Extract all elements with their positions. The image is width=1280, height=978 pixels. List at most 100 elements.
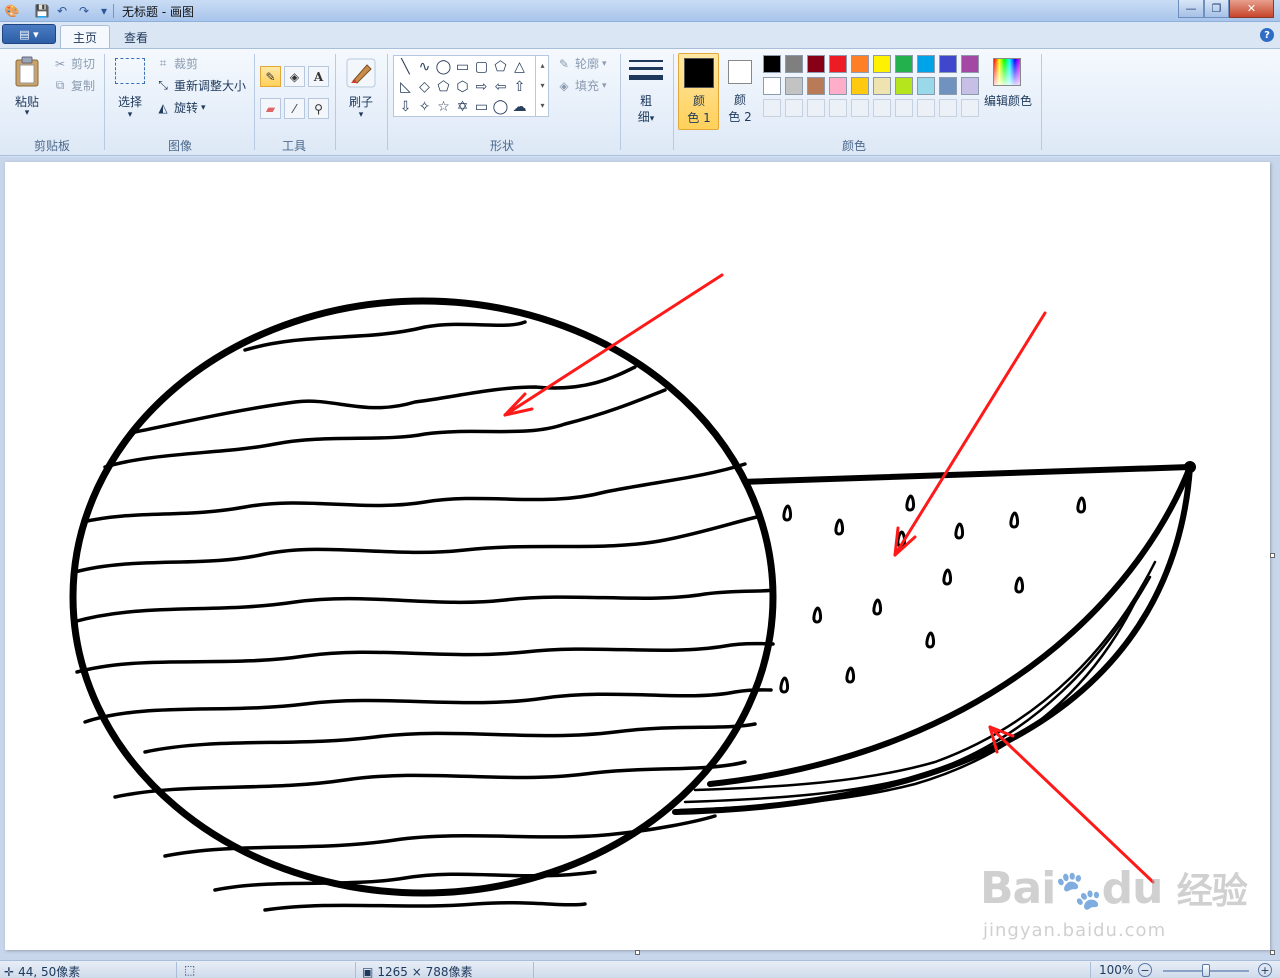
palette-swatch[interactable]	[895, 55, 913, 73]
palette-swatch[interactable]	[939, 55, 957, 73]
maximize-button[interactable]: ❐	[1204, 0, 1229, 18]
select-button[interactable]	[115, 58, 145, 84]
palette-swatch[interactable]	[917, 77, 935, 95]
polygon-shape-icon[interactable]: ⬠	[491, 57, 510, 76]
rectangle-shape-icon[interactable]: ▭	[453, 57, 472, 76]
line-shape-icon[interactable]: ╲	[396, 57, 415, 76]
drawing-canvas[interactable]: Bai🐾du 经验 jingyan.baidu.com	[5, 162, 1270, 950]
paste-button[interactable]	[12, 56, 42, 88]
color2-button[interactable]: 颜 色 2	[721, 53, 759, 130]
save-icon[interactable]: 💾	[34, 3, 50, 19]
palette-swatch-empty[interactable]	[763, 99, 781, 117]
color-picker-tool[interactable]: ⁄	[284, 98, 305, 119]
oval-shape-icon[interactable]: ◯	[434, 57, 453, 76]
zoom-out-button[interactable]: −	[1138, 963, 1152, 977]
pencil-tool[interactable]: ✎	[260, 66, 281, 87]
palette-swatch[interactable]	[917, 55, 935, 73]
left-arrow-shape-icon[interactable]: ⇦	[491, 77, 510, 96]
palette-swatch[interactable]	[873, 77, 891, 95]
six-point-star-shape-icon[interactable]: ✡	[453, 97, 472, 116]
canvas-resize-handle-right[interactable]	[1270, 553, 1275, 558]
canvas-resize-handle-corner[interactable]	[1270, 950, 1275, 955]
palette-swatch-empty[interactable]	[851, 99, 869, 117]
palette-swatch[interactable]	[807, 55, 825, 73]
palette-swatch[interactable]	[873, 55, 891, 73]
rotate-button[interactable]: ◭ 旋转 ▾	[155, 99, 205, 116]
palette-swatch[interactable]	[961, 77, 979, 95]
palette-swatch[interactable]	[961, 55, 979, 73]
five-point-star-shape-icon[interactable]: ☆	[434, 97, 453, 116]
edit-colors-button[interactable]	[993, 58, 1021, 86]
palette-swatch-empty[interactable]	[961, 99, 979, 117]
app-menu-button[interactable]: ▤ ▾	[2, 24, 56, 44]
palette-swatch-empty[interactable]	[895, 99, 913, 117]
rainbow-icon	[994, 59, 1020, 85]
down-arrow-shape-icon[interactable]: ⇩	[396, 97, 415, 116]
cut-button[interactable]: ✂ 剪切	[52, 55, 95, 72]
diamond-shape-icon[interactable]: ◇	[415, 77, 434, 96]
tab-view[interactable]: 查看	[112, 25, 160, 49]
palette-swatch[interactable]	[785, 77, 803, 95]
palette-swatch[interactable]	[763, 55, 781, 73]
tab-home[interactable]: 主页	[60, 25, 111, 49]
crop-button[interactable]: ⌗ 裁剪	[155, 55, 198, 72]
close-button[interactable]: ✕	[1229, 0, 1274, 18]
palette-swatch-empty[interactable]	[785, 99, 803, 117]
zoom-slider-thumb[interactable]	[1202, 964, 1210, 977]
quick-access-dropdown-icon[interactable]: ▾	[96, 3, 112, 19]
group-separator	[335, 54, 336, 150]
color1-button[interactable]: 颜 色 1	[678, 53, 719, 130]
outline-button[interactable]: ✎ 轮廓 ▾	[556, 55, 607, 72]
magnifier-tool[interactable]: ⚲	[308, 98, 329, 119]
copy-button[interactable]: ⧉ 复制	[52, 77, 95, 94]
pentagon-shape-icon[interactable]: ⬠	[434, 77, 453, 96]
curve-shape-icon[interactable]: ∿	[415, 57, 434, 76]
right-triangle-shape-icon[interactable]: ◺	[396, 77, 415, 96]
palette-swatch-empty[interactable]	[829, 99, 847, 117]
size-line-thick	[629, 75, 663, 80]
palette-swatch-empty[interactable]	[873, 99, 891, 117]
color2-label-bottom: 色 2	[728, 110, 752, 124]
rounded-callout-shape-icon[interactable]: ▭	[472, 97, 491, 116]
hexagon-shape-icon[interactable]: ⬡	[453, 77, 472, 96]
fill-tool[interactable]: ◈	[284, 66, 305, 87]
select-dropdown-icon[interactable]: ▾	[123, 110, 137, 120]
palette-swatch-empty[interactable]	[917, 99, 935, 117]
palette-swatch[interactable]	[895, 77, 913, 95]
shapes-scroll[interactable]: ▴ ▾ ▾	[535, 56, 549, 116]
palette-swatch[interactable]	[763, 77, 781, 95]
paint-app-icon[interactable]: 🎨	[4, 3, 20, 19]
brushes-button[interactable]	[345, 57, 377, 89]
rounded-rectangle-shape-icon[interactable]: ▢	[472, 57, 491, 76]
minimize-button[interactable]: —	[1178, 0, 1204, 18]
text-tool[interactable]: A	[308, 66, 329, 87]
palette-swatch[interactable]	[851, 77, 869, 95]
brushes-dropdown-icon[interactable]: ▾	[354, 110, 368, 120]
palette-swatch[interactable]	[829, 77, 847, 95]
fill-button[interactable]: ◈ 填充 ▾	[556, 77, 606, 94]
four-point-star-shape-icon[interactable]: ✧	[415, 97, 434, 116]
oval-callout-shape-icon[interactable]: ◯	[491, 97, 510, 116]
triangle-shape-icon[interactable]: △	[510, 57, 529, 76]
undo-icon[interactable]: ↶	[54, 3, 70, 19]
up-arrow-shape-icon[interactable]: ⇧	[510, 77, 529, 96]
eraser-tool[interactable]: ▰	[260, 98, 281, 119]
palette-swatch[interactable]	[807, 77, 825, 95]
palette-swatch-empty[interactable]	[939, 99, 957, 117]
size-button[interactable]	[629, 58, 663, 86]
canvas-resize-handle-bottom[interactable]	[635, 950, 640, 955]
palette-swatch[interactable]	[851, 55, 869, 73]
zoom-in-button[interactable]: +	[1258, 963, 1272, 977]
right-arrow-shape-icon[interactable]: ⇨	[472, 77, 491, 96]
palette-swatch-empty[interactable]	[807, 99, 825, 117]
palette-swatch[interactable]	[785, 55, 803, 73]
group-separator	[254, 54, 255, 150]
help-icon[interactable]: ?	[1260, 28, 1274, 42]
outline-icon: ✎	[558, 56, 570, 71]
redo-icon[interactable]: ↷	[76, 3, 92, 19]
cloud-callout-shape-icon[interactable]: ☁	[510, 97, 529, 116]
palette-swatch[interactable]	[829, 55, 847, 73]
resize-button[interactable]: ⤡ 重新调整大小	[155, 77, 246, 94]
palette-swatch[interactable]	[939, 77, 957, 95]
paste-dropdown-icon[interactable]: ▾	[20, 108, 34, 118]
